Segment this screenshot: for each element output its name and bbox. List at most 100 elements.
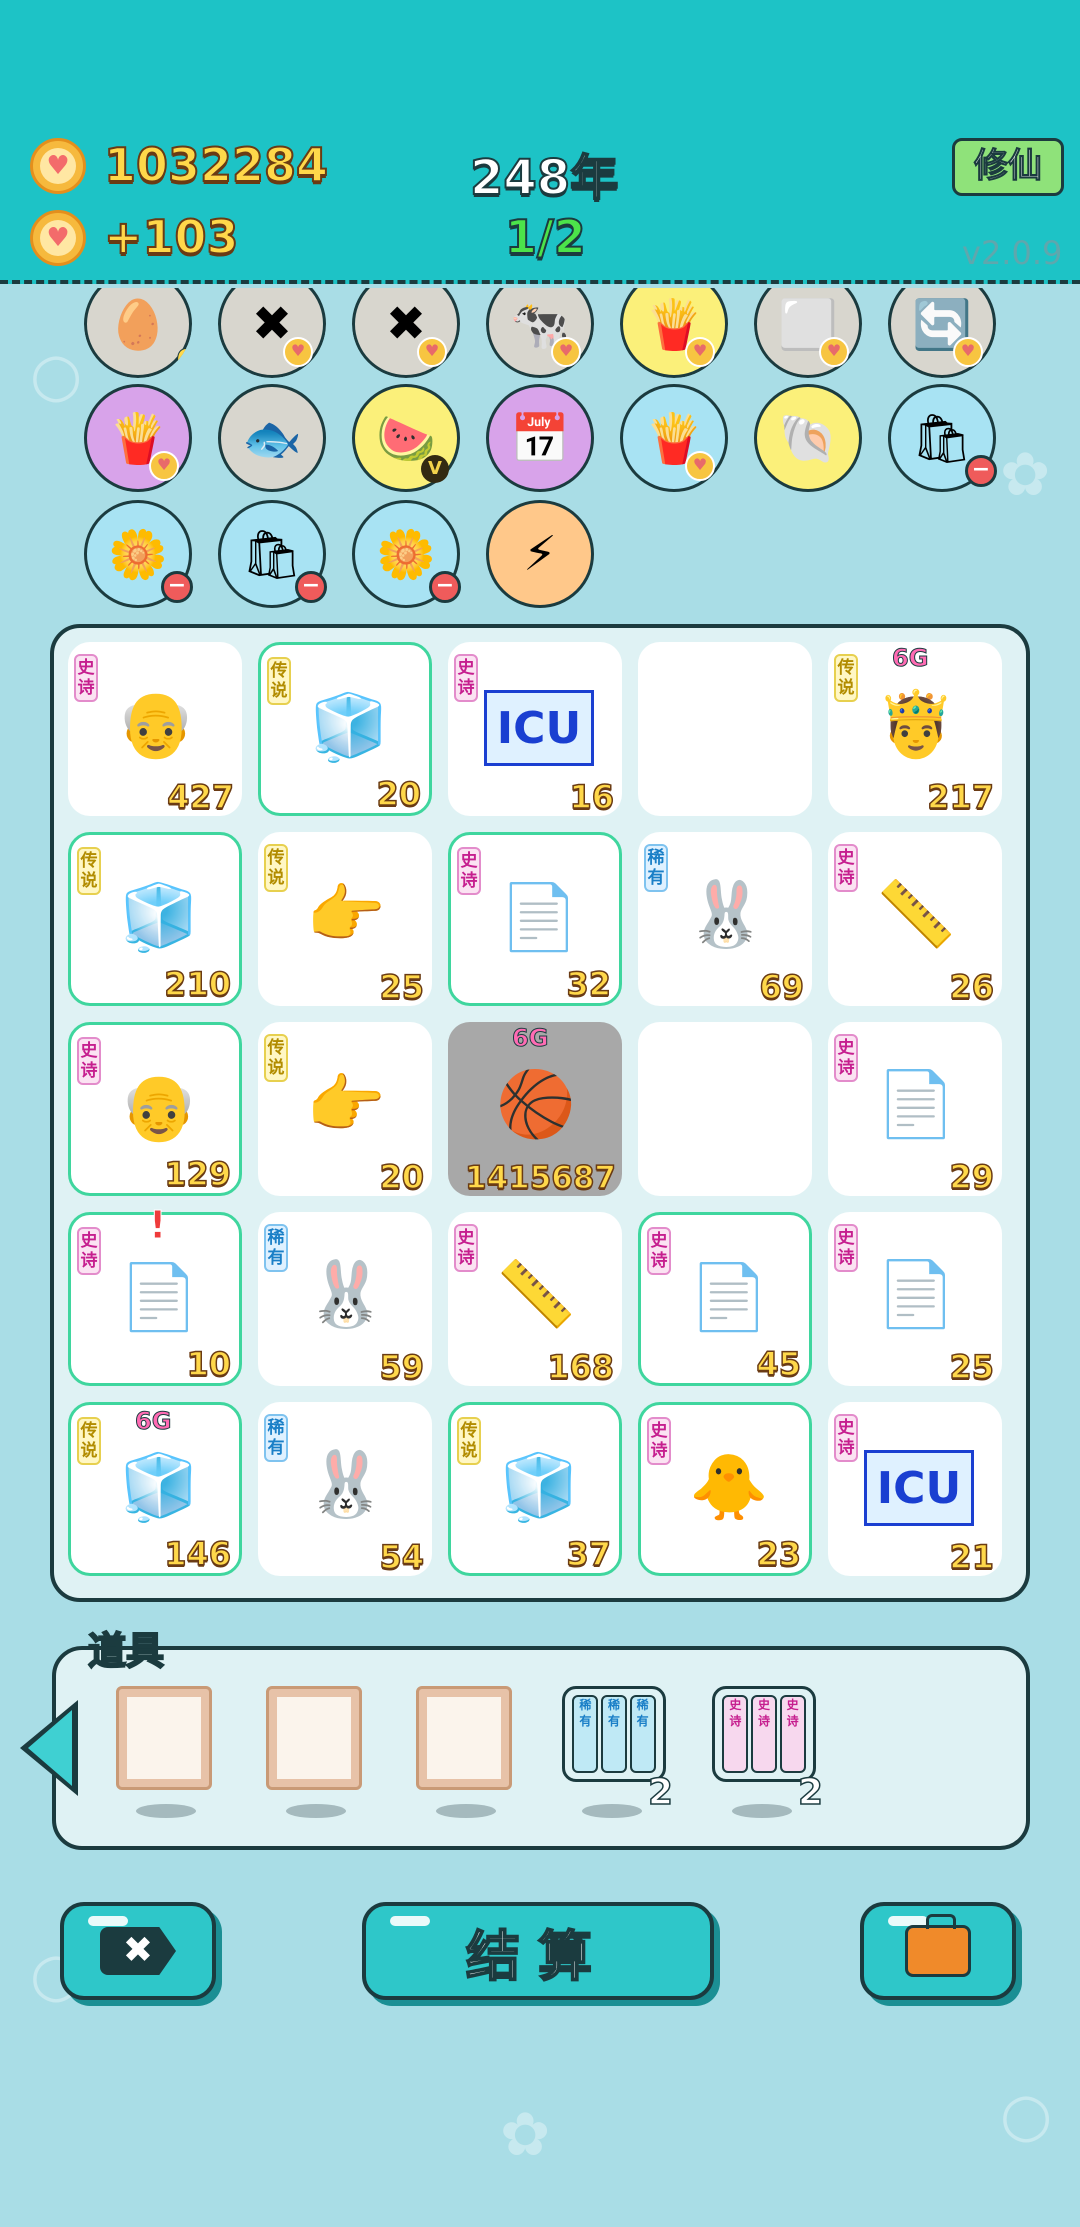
grid-cell-rabbit[interactable]: 稀有 🐰 54 bbox=[258, 1402, 432, 1577]
blank-frame-item[interactable] bbox=[116, 1686, 216, 1818]
cell-value: 217 bbox=[926, 777, 994, 817]
item-shadow bbox=[286, 1804, 346, 1818]
grid-cell-pointing-hand[interactable]: 传说 👉 20 bbox=[258, 1022, 432, 1197]
rarity-tag: 传说 bbox=[264, 844, 288, 892]
chick-with-hair-icon: 🐥 bbox=[689, 1450, 769, 1525]
grid-cell-old-man[interactable]: 史诗 👴 129 bbox=[68, 1022, 242, 1196]
cell-value: 23 bbox=[756, 1534, 802, 1574]
icu-icon: ICU bbox=[864, 1450, 974, 1526]
cell-value: 25 bbox=[949, 1347, 995, 1387]
rare-pack-item[interactable]: 稀有 稀有 稀有 2 bbox=[562, 1686, 674, 1818]
crowned-man-icon: 🤴 bbox=[876, 687, 956, 762]
flower-pot-symbol[interactable]: 🌼 − bbox=[352, 500, 461, 608]
grid-cell-crowned-man[interactable]: 传说 6G 🤴 217 bbox=[828, 642, 1002, 817]
grid-cell-fridge[interactable]: 传说 🧊 210 bbox=[68, 832, 242, 1006]
fish-bowl-symbol[interactable]: 🐟 bbox=[218, 384, 326, 492]
cell-value: 10 bbox=[186, 1344, 232, 1384]
grid-cell-fridge[interactable]: 传说 🧊 20 bbox=[258, 642, 432, 816]
fridge-basketball-icon: 🏀 bbox=[496, 1067, 576, 1142]
egg-carton-symbol[interactable]: 🥚 0 bbox=[84, 288, 192, 378]
grid-cell-copy-paste[interactable]: 史诗 📄 25 bbox=[828, 1212, 1002, 1387]
remove-token-symbol[interactable]: ✖ ♥ bbox=[218, 288, 326, 378]
blank-frame-item[interactable] bbox=[266, 1686, 366, 1818]
grid-cell-pointing-hand-ball[interactable]: 传说 👉 25 bbox=[258, 832, 432, 1007]
grid-cell-fridge[interactable]: 传说 6G 🧊 146 bbox=[68, 1402, 242, 1576]
cell-value: 16 bbox=[569, 777, 615, 817]
trash-bag-symbol[interactable]: 🛍 − bbox=[218, 500, 327, 608]
fruit-basket-symbol[interactable]: 🍉 V bbox=[352, 384, 460, 492]
calendar-symbol[interactable]: 📅 bbox=[486, 384, 594, 492]
heart-coin-icon: ♥ bbox=[30, 138, 86, 194]
grid-cell-rabbit[interactable]: 稀有 🐰 69 bbox=[638, 832, 812, 1007]
rarity-tag: 史诗 bbox=[454, 1224, 478, 1272]
frame-icon bbox=[116, 1686, 212, 1790]
rarity-tag: 史诗 bbox=[77, 1227, 101, 1275]
cell-value: 32 bbox=[566, 964, 612, 1004]
cell-value: 210 bbox=[163, 964, 231, 1004]
grid-cell-chick-with-hair[interactable]: 史诗 🐥 23 bbox=[638, 1402, 812, 1576]
heart-coin-icon: ♥ bbox=[30, 210, 86, 266]
remove-token-symbol[interactable]: ✖ ♥ bbox=[352, 288, 460, 378]
grid-cell-copy-paste[interactable]: 史诗 📄 45 bbox=[638, 1212, 812, 1386]
remove-button[interactable]: ✖ bbox=[60, 1902, 216, 2000]
refresh-symbol[interactable]: 🔄 ♥ bbox=[888, 288, 996, 378]
rarity-tag: 史诗 bbox=[457, 847, 481, 895]
flower-pot-symbol[interactable]: 🌼 − bbox=[84, 500, 193, 608]
copy-paste-icon: 📄 bbox=[689, 1260, 769, 1335]
pointing-hand-ball-icon: 👉 bbox=[306, 877, 386, 952]
item-count: 2 bbox=[647, 1771, 674, 1814]
pack-card-label: 稀有 bbox=[629, 1695, 656, 1773]
grid-cell-fridge-basketball[interactable]: 6G 🏀 1415687 bbox=[448, 1022, 622, 1197]
grid-cell-old-man[interactable]: 史诗 👴 427 bbox=[68, 642, 242, 817]
rarity-tag: 史诗 bbox=[77, 1037, 101, 1085]
grid-cell-copy-paste[interactable]: 史诗 📄 29 bbox=[828, 1022, 1002, 1197]
fridge-icon: 🧊 bbox=[119, 1450, 199, 1525]
left-arrow-icon[interactable] bbox=[20, 1700, 78, 1796]
cell-value: 26 bbox=[949, 967, 995, 1007]
heart-badge-icon: ♥ bbox=[819, 337, 849, 367]
inventory-button[interactable] bbox=[860, 1902, 1016, 2000]
grid-cell-icu[interactable]: 史诗 ICU 21 bbox=[828, 1402, 1002, 1577]
upgrade-badge: 6G bbox=[134, 1407, 172, 1436]
rarity-tag: 史诗 bbox=[834, 1034, 858, 1082]
lightning-symbol[interactable]: ⚡ bbox=[486, 500, 594, 608]
card-pack-icon: 史诗 史诗 史诗 bbox=[712, 1686, 816, 1782]
fries-symbol[interactable]: 🍟 ♥ bbox=[620, 288, 728, 378]
grid-cell-empty[interactable] bbox=[638, 642, 812, 816]
heart-badge-icon: ♥ bbox=[149, 451, 179, 481]
grid-cell-rabbit[interactable]: 稀有 🐰 59 bbox=[258, 1212, 432, 1387]
egg-carton-icon: 🥚 bbox=[108, 296, 168, 353]
grid-cell-ruler[interactable]: 史诗 📏 26 bbox=[828, 832, 1002, 1007]
blank-frame-item[interactable] bbox=[416, 1686, 516, 1818]
grid-cell-fridge[interactable]: 传说 🧊 37 bbox=[448, 1402, 622, 1576]
coin-total: 1032284 bbox=[103, 137, 329, 193]
pack-card-label: 稀有 bbox=[600, 1695, 627, 1773]
cell-value: 168 bbox=[546, 1347, 614, 1387]
trash-bag-symbol[interactable]: 🛍 − bbox=[888, 384, 997, 492]
xiuxian-button[interactable]: 修仙 bbox=[952, 138, 1064, 196]
card-pack-icon: 稀有 稀有 稀有 bbox=[562, 1686, 666, 1782]
grid-cell-icu[interactable]: 史诗 ICU 16 bbox=[448, 642, 622, 817]
copy-paste-icon: 📄 bbox=[876, 1067, 956, 1142]
button-shine bbox=[88, 1916, 128, 1926]
grid-cell-empty[interactable] bbox=[638, 1022, 812, 1196]
fries-symbol[interactable]: 🍟 ♥ bbox=[620, 384, 728, 492]
cell-value: 37 bbox=[566, 1534, 612, 1574]
grid-cell-copy-paste[interactable]: 史诗 📄 32 bbox=[448, 832, 622, 1006]
flower-pot-icon: 🌼 bbox=[108, 526, 168, 583]
minus-badge-icon: − bbox=[161, 571, 193, 603]
dice-blocks-symbol[interactable]: ⬜ ♥ bbox=[754, 288, 862, 378]
copy-paste-icon: 📄 bbox=[499, 880, 579, 955]
alert-icon: ! bbox=[148, 1203, 167, 1248]
epic-pack-item[interactable]: 史诗 史诗 史诗 2 bbox=[712, 1686, 824, 1818]
trash-bag-icon: 🛍 bbox=[911, 410, 973, 467]
settle-button[interactable]: 结算 bbox=[362, 1902, 714, 2000]
pointing-hand-icon: 👉 bbox=[306, 1067, 386, 1142]
cell-value: 146 bbox=[163, 1534, 231, 1574]
shell-symbol[interactable]: 🐚 bbox=[754, 384, 862, 492]
grid-cell-ruler[interactable]: 史诗 📏 168 bbox=[448, 1212, 622, 1387]
game-board: 史诗 👴 427 传说 🧊 20 史诗 ICU 16 传说 6G 🤴 217 传说 🧊 210 传说 👉 25 史诗 📄… bbox=[50, 624, 1030, 1602]
grid-cell-copy-paste[interactable]: 史诗! 📄 10 bbox=[68, 1203, 242, 1386]
cows-symbol[interactable]: 🐄 ♥ bbox=[486, 288, 594, 378]
fries-symbol[interactable]: 🍟 ♥ bbox=[84, 384, 192, 492]
